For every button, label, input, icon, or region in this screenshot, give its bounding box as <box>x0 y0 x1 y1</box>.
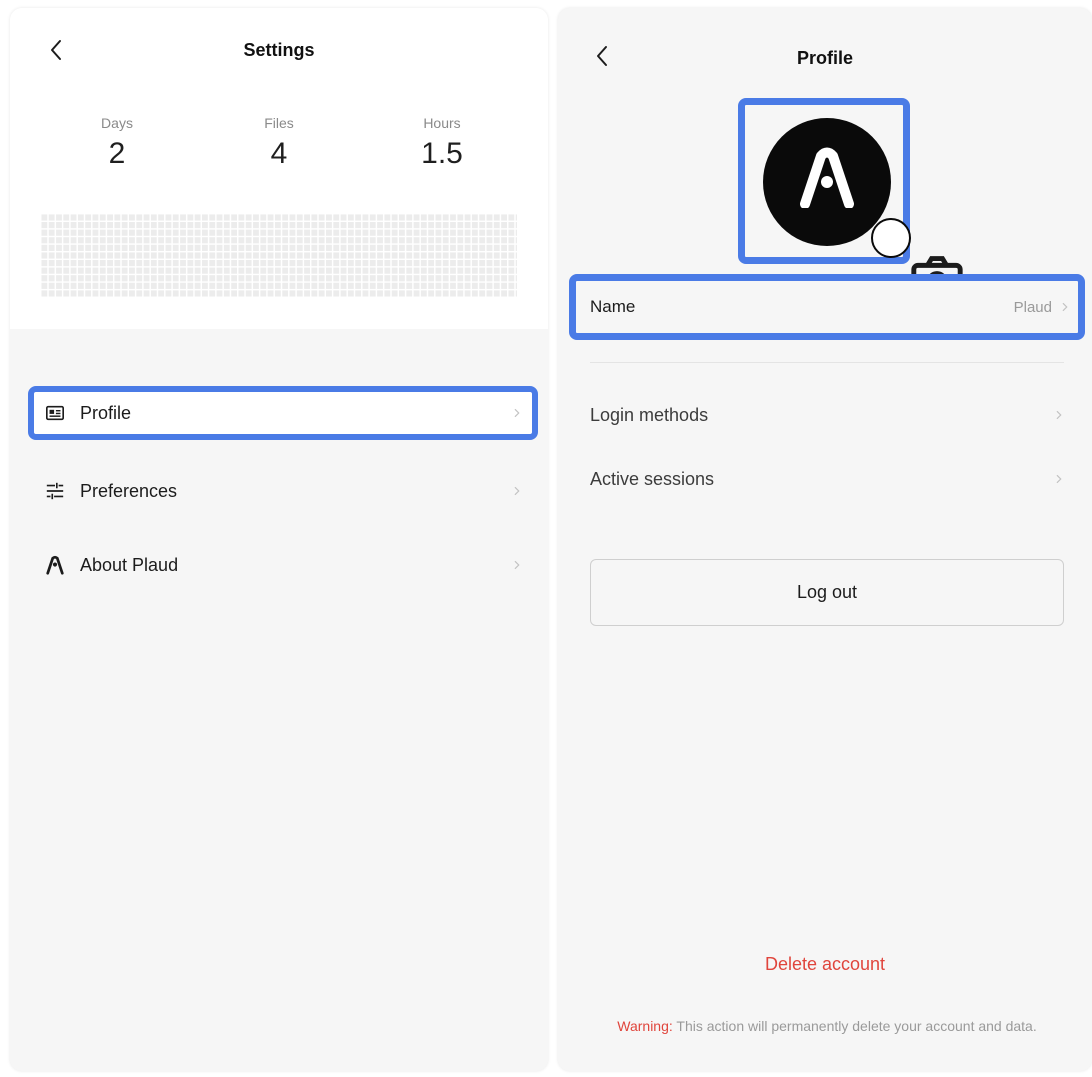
row-label: Login methods <box>590 404 709 425</box>
chevron-right-icon <box>510 406 524 420</box>
stat-files: Files 4 <box>219 115 339 171</box>
warning-message: Warning: This action will permanently de… <box>588 1016 1066 1036</box>
delete-account-link[interactable]: Delete account <box>558 954 1092 975</box>
login-methods-row[interactable]: Login methods <box>590 395 1066 435</box>
stat-hours: Hours 1.5 <box>382 115 502 171</box>
stat-value: 4 <box>270 137 288 170</box>
stat-label: Hours <box>423 115 461 131</box>
camera-button[interactable] <box>871 218 963 301</box>
stat-value: 2 <box>108 137 126 170</box>
chevron-right-icon <box>1052 472 1066 486</box>
menu-item-label: Preferences <box>80 480 178 501</box>
avatar[interactable] <box>763 118 963 301</box>
chevron-right-icon <box>510 558 524 572</box>
activity-heatmap <box>40 213 517 297</box>
warning-body: This action will permanently delete your… <box>672 1018 1037 1034</box>
menu-item-label: About Plaud <box>80 554 179 575</box>
menu-item-about[interactable]: About Plaud <box>28 539 538 591</box>
profile-screen: Profile Name Plaud Login methods Active … <box>558 8 1092 1071</box>
divider <box>590 362 1064 363</box>
name-row[interactable]: Name Plaud <box>569 274 1085 340</box>
menu-item-preferences[interactable]: Preferences <box>28 465 538 517</box>
sliders-icon <box>44 480 66 502</box>
log-out-button[interactable]: Log out <box>590 559 1064 626</box>
plaud-logo-icon <box>800 147 854 208</box>
warning-prefix: Warning: <box>617 1018 673 1034</box>
chevron-right-icon <box>510 484 524 498</box>
row-label: Active sessions <box>590 468 715 489</box>
menu-item-profile[interactable]: Profile <box>28 386 538 440</box>
page-title: Settings <box>243 40 315 60</box>
name-value: Plaud <box>1013 298 1052 316</box>
chevron-right-icon <box>1052 408 1066 422</box>
avatar-highlight <box>738 98 963 301</box>
active-sessions-row[interactable]: Active sessions <box>590 459 1066 499</box>
stat-value: 1.5 <box>421 137 463 170</box>
stat-days: Days 2 <box>57 115 177 171</box>
settings-screen: Settings Days 2 Files 4 Hours 1.5 Profil… <box>10 8 548 1071</box>
stat-label: Files <box>264 115 294 131</box>
id-card-icon <box>44 402 66 424</box>
stat-label: Days <box>101 115 133 131</box>
menu-item-label: Profile <box>80 402 132 423</box>
name-label: Name <box>590 297 636 316</box>
chevron-right-icon <box>1058 300 1072 314</box>
plaud-logo-icon <box>44 554 66 576</box>
page-title: Profile <box>796 48 853 68</box>
settings-header-area: Settings Days 2 Files 4 Hours 1.5 <box>10 8 548 329</box>
